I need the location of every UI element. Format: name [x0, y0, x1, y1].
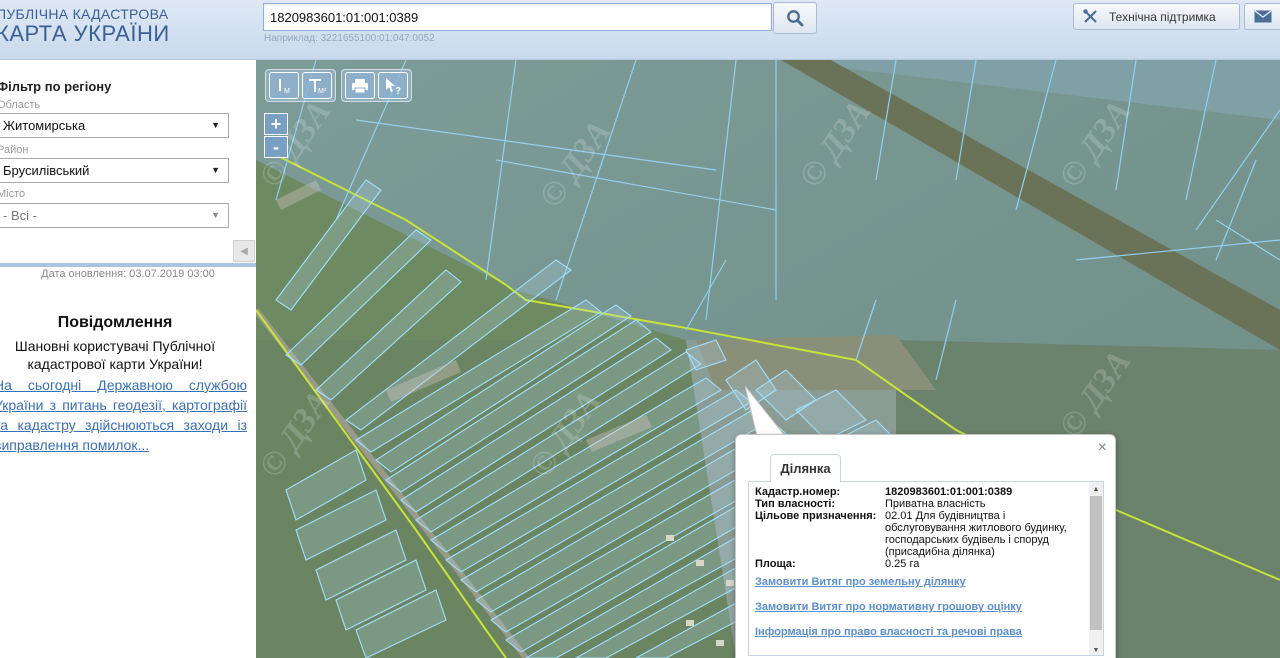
- field-value: 1820983601:01:001:0389: [885, 486, 1013, 498]
- oblast-value: Житомирська: [3, 118, 86, 133]
- popup-scrollbar[interactable]: ▲ ▼: [1089, 482, 1103, 655]
- popup-body: Кадастр.номер: 1820983601:01:001:0389 Ти…: [748, 481, 1104, 656]
- tab-parcel[interactable]: Ділянка: [770, 454, 841, 482]
- field-label: Тип власності:: [755, 498, 836, 510]
- parcel-popup: × Ділянка Кадастр.номер: 1820983601:01:0…: [735, 434, 1116, 658]
- svg-text:M: M: [284, 88, 290, 95]
- field-row: Цільове призначення: 02.01 Для будівницт…: [755, 510, 1085, 558]
- field-label: Кадастр.номер:: [755, 486, 841, 498]
- popup-pointer: [745, 386, 787, 438]
- update-date: Дата оновлення: 03.07.2019 03:00: [41, 268, 215, 280]
- support-label: Технічна підтримка: [1109, 9, 1216, 24]
- logo[interactable]: ПУБЛІЧНА КАДАСТРОВА КАРТА УКРАЇНИ: [0, 7, 170, 45]
- cursor-help-icon: ?: [386, 77, 401, 95]
- misto-label: Місто: [0, 188, 26, 200]
- field-value: 02.01 Для будівництва і обслуговування ж…: [885, 510, 1067, 558]
- search-icon: [787, 10, 804, 27]
- message-link[interactable]: На сьогодні Державною службою України з …: [0, 375, 247, 455]
- divider: [0, 263, 256, 267]
- field-row: Тип власності: Приватна власність: [755, 498, 1085, 510]
- mail-icon: [1254, 10, 1272, 23]
- chevron-down-icon: ▼: [211, 210, 220, 220]
- filter-title: Фільтр по регіону: [0, 79, 112, 94]
- tools-icon: [1083, 9, 1097, 23]
- misto-select[interactable]: - Всі - ▼: [0, 203, 229, 228]
- rayon-select[interactable]: Брусилівський ▼: [0, 158, 229, 183]
- field-label: Цільове призначення:: [755, 510, 877, 522]
- zoom-out-button[interactable]: -: [264, 136, 288, 158]
- search-input[interactable]: [263, 3, 772, 31]
- svg-text:M²: M²: [318, 88, 327, 95]
- measure-length-button[interactable]: M: [269, 72, 299, 99]
- measure-area-button[interactable]: M²: [302, 72, 332, 99]
- field-row: Площа: 0.25 га: [755, 558, 1085, 570]
- field-value: 0.25 га: [885, 558, 920, 570]
- search-button[interactable]: [773, 2, 817, 34]
- identify-button[interactable]: ?: [378, 72, 408, 99]
- sidebar: Фільтр по регіону Область Житомирська ▼ …: [0, 61, 256, 658]
- message-title: Повідомлення: [57, 314, 173, 331]
- oblast-label: Область: [0, 99, 41, 111]
- field-row: Кадастр.номер: 1820983601:01:001:0389: [755, 486, 1085, 498]
- rayon-label: Район: [0, 144, 29, 156]
- misto-value: - Всі -: [3, 208, 37, 223]
- chevron-down-icon: ▼: [211, 120, 220, 130]
- scroll-thumb[interactable]: [1090, 496, 1102, 630]
- rayon-value: Брусилівський: [3, 163, 90, 178]
- mail-button[interactable]: [1244, 3, 1280, 30]
- logo-line1: ПУБЛІЧНА КАДАСТРОВА: [0, 6, 169, 22]
- scroll-up-icon[interactable]: ▲: [1089, 482, 1103, 496]
- print-button[interactable]: [345, 72, 375, 99]
- field-value: Приватна власність: [885, 498, 986, 510]
- field-label: Площа:: [755, 558, 796, 570]
- order-extract-link[interactable]: Замовити Витяг про земельну ділянку: [755, 576, 966, 588]
- order-valuation-link[interactable]: Замовити Витяг про нормативну грошову оц…: [755, 601, 1022, 613]
- printer-icon: [352, 78, 368, 93]
- chevron-down-icon: ▼: [211, 165, 220, 175]
- logo-line2: КАРТА УКРАЇНИ: [0, 21, 170, 46]
- ownership-info-link[interactable]: Інформація про право власності та речові…: [755, 626, 1022, 638]
- ruler-icon: M: [279, 78, 290, 95]
- oblast-select[interactable]: Житомирська ▼: [0, 113, 229, 138]
- header: ПУБЛІЧНА КАДАСТРОВА КАРТА УКРАЇНИ Наприк…: [0, 0, 1280, 60]
- scroll-down-icon[interactable]: ▼: [1089, 643, 1103, 655]
- close-icon[interactable]: ×: [1098, 439, 1107, 457]
- sidebar-collapse-button[interactable]: ◀: [233, 240, 255, 262]
- message-body: Шановні користувачі Публічної кадастрово…: [14, 338, 216, 372]
- chevron-left-icon: ◀: [240, 245, 248, 257]
- parcel-info: Кадастр.номер: 1820983601:01:001:0389 Ти…: [755, 486, 1085, 570]
- search-hint: Наприклад: 3221655100:01:047:0052: [264, 33, 435, 44]
- print-toolbar: ?: [341, 69, 412, 102]
- area-ruler-icon: M²: [309, 78, 327, 95]
- measure-toolbar: M M²: [265, 69, 336, 102]
- zoom-in-button[interactable]: +: [264, 113, 288, 135]
- svg-text:?: ?: [395, 86, 401, 95]
- support-button[interactable]: Технічна підтримка: [1073, 3, 1240, 30]
